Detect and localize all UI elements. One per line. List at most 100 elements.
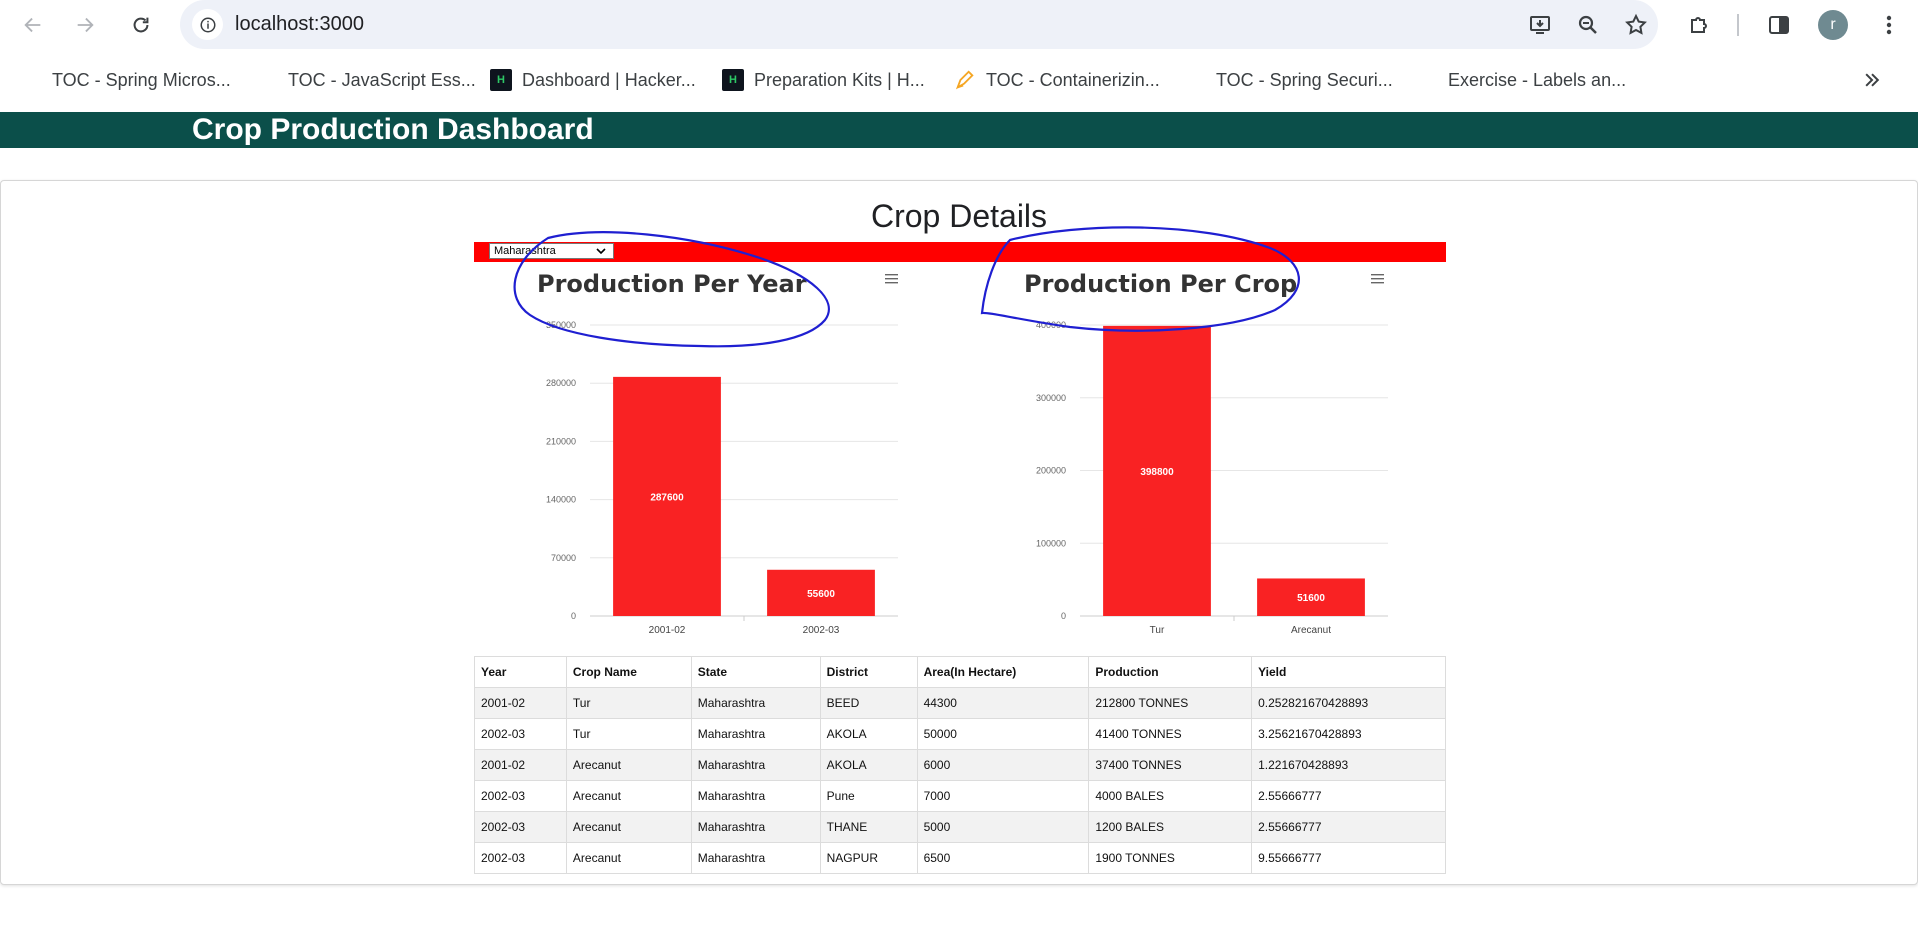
table-cell: Tur — [565, 687, 692, 719]
table-cell: NAGPUR — [819, 842, 918, 874]
table-cell: Maharashtra — [690, 842, 821, 874]
bar-data-label: 398800 — [1140, 467, 1174, 478]
y-tick-label: 0 — [1061, 611, 1066, 621]
bookmark-preparation-kits[interactable]: H Preparation Kits | H... — [722, 69, 925, 91]
table-row: 2001-02 Arecanut Maharashtra AKOLA 6000 … — [474, 749, 1446, 781]
bookmark-star-button[interactable] — [1621, 10, 1651, 40]
y-tick-label: 210000 — [546, 436, 576, 446]
bookmark-label: Exercise - Labels an... — [1448, 69, 1627, 90]
bookmark-label: Preparation Kits | H... — [754, 69, 925, 90]
table-cell: 1200 BALES — [1088, 811, 1253, 843]
table-cell: 6500 — [916, 842, 1090, 874]
chart-menu-icon[interactable] — [1370, 273, 1386, 285]
x-tick-label: Tur — [1150, 625, 1165, 636]
table-cell: 41400 TONNES — [1088, 718, 1253, 750]
y-tick-label: 400000 — [1036, 320, 1066, 330]
address-bar[interactable]: localhost:3000 — [180, 0, 1658, 49]
more-bookmarks-button[interactable] — [1858, 66, 1886, 94]
table-row: 2002-03 Tur Maharashtra AKOLA 50000 4140… — [474, 718, 1446, 750]
production-per-crop-chart: 0 100000 200000 300000 400000 398800 Tur 51600 A… — [1036, 320, 1388, 636]
table-cell: AKOLA — [819, 718, 918, 750]
table-cell: Maharashtra — [690, 811, 821, 843]
side-panel-button[interactable] — [1762, 8, 1796, 42]
blank-page-icon — [1416, 69, 1438, 91]
bookmark-toc-javascript-ess[interactable]: TOC - JavaScript Ess... — [256, 69, 476, 91]
bookmarks-bar: TOC - Spring Micros... TOC - JavaScript … — [0, 58, 1918, 102]
table-cell: Arecanut — [565, 780, 692, 812]
toolbar-divider — [1737, 14, 1739, 36]
y-tick-label: 350000 — [546, 320, 576, 330]
table-cell: 2001-02 — [474, 687, 567, 719]
crop-table: Year Crop Name State District Area(In He… — [474, 656, 1446, 874]
table-cell: Maharashtra — [690, 687, 821, 719]
forward-button[interactable] — [68, 8, 102, 42]
column-header-state: State — [690, 656, 821, 688]
profile-avatar[interactable]: r — [1818, 10, 1848, 40]
site-info-button[interactable] — [192, 9, 223, 40]
crop-details-title: Crop Details — [870, 198, 1048, 234]
extensions-button[interactable] — [1682, 8, 1716, 42]
bookmark-exercise-labels[interactable]: Exercise - Labels an... — [1416, 69, 1626, 91]
blank-page-icon — [20, 69, 42, 91]
chart-menu-icon[interactable] — [884, 273, 900, 285]
column-header-yield: Yield — [1251, 656, 1446, 688]
table-cell: 3.25621670428893 — [1251, 718, 1446, 750]
app-header: Crop Production Dashboard — [0, 112, 1918, 148]
column-header-year: Year — [474, 656, 567, 688]
bookmark-toc-spring-micros[interactable]: TOC - Spring Micros... — [20, 69, 231, 91]
table-cell: Maharashtra — [690, 718, 821, 750]
pen-icon — [954, 69, 976, 91]
x-tick-label: Arecanut — [1291, 625, 1331, 636]
table-cell: BEED — [819, 687, 918, 719]
install-app-icon — [1530, 16, 1550, 34]
url-text[interactable]: localhost:3000 — [235, 13, 364, 36]
table-cell: Arecanut — [565, 842, 692, 874]
bookmark-dashboard-hacker[interactable]: H Dashboard | Hacker... — [490, 69, 696, 91]
table-cell: THANE — [819, 811, 918, 843]
table-row: 2002-03 Arecanut Maharashtra NAGPUR 6500… — [474, 842, 1446, 874]
table-cell: Pune — [819, 780, 918, 812]
table-cell: 0.252821670428893 — [1251, 687, 1446, 719]
browser-toolbar: localhost:3000 r — [0, 0, 1918, 50]
table-cell: 7000 — [916, 780, 1090, 812]
bookmark-label: TOC - Spring Micros... — [52, 69, 231, 90]
table-cell: 44300 — [916, 687, 1090, 719]
table-cell: 2002-03 — [474, 842, 567, 874]
table-row: 2001-02 Tur Maharashtra BEED 44300 21280… — [474, 687, 1446, 719]
table-row: 2002-03 Arecanut Maharashtra THANE 5000 … — [474, 811, 1446, 843]
table-cell: 1900 TONNES — [1088, 842, 1253, 874]
chevron-down-icon — [595, 245, 607, 261]
bookmark-label: Dashboard | Hacker... — [522, 69, 696, 90]
y-tick-label: 70000 — [551, 553, 576, 563]
y-tick-label: 100000 — [1036, 538, 1066, 548]
table-cell: AKOLA — [819, 749, 918, 781]
double-chevron-right-icon — [1865, 73, 1880, 87]
column-header-production: Production — [1088, 656, 1253, 688]
install-app-button[interactable] — [1525, 10, 1555, 40]
bookmark-toc-containerizin[interactable]: TOC - Containerizin... — [954, 69, 1160, 91]
table-cell: Maharashtra — [690, 749, 821, 781]
table-header-row: Year Crop Name State District Area(In He… — [474, 656, 1446, 688]
filter-bar — [474, 242, 1446, 262]
y-tick-label: 300000 — [1036, 393, 1066, 403]
blank-page-icon — [256, 69, 278, 91]
hackerrank-icon: H — [490, 69, 512, 91]
bar-data-label: 55600 — [807, 589, 835, 600]
star-icon — [1625, 13, 1647, 35]
x-tick-label: 2001-02 — [649, 625, 686, 636]
back-button[interactable] — [16, 8, 50, 42]
table-cell: Arecanut — [565, 749, 692, 781]
zoom-button[interactable] — [1573, 10, 1603, 40]
state-select[interactable]: Maharashtra — [489, 243, 614, 259]
browser-menu-button[interactable] — [1872, 8, 1906, 42]
chart-title-production-per-year: Production Per Year — [537, 270, 807, 298]
table-row: 2002-03 Arecanut Maharashtra Pune 7000 4… — [474, 780, 1446, 812]
x-tick-label: 2002-03 — [803, 625, 840, 636]
zoom-out-icon — [1578, 15, 1597, 34]
reload-button[interactable] — [124, 8, 158, 42]
table-cell: 50000 — [916, 718, 1090, 750]
table-cell: 9.55666777 — [1251, 842, 1446, 874]
table-cell: 2002-03 — [474, 811, 567, 843]
table-cell: 2.55666777 — [1251, 780, 1446, 812]
bookmark-toc-spring-securi[interactable]: TOC - Spring Securi... — [1184, 69, 1393, 91]
